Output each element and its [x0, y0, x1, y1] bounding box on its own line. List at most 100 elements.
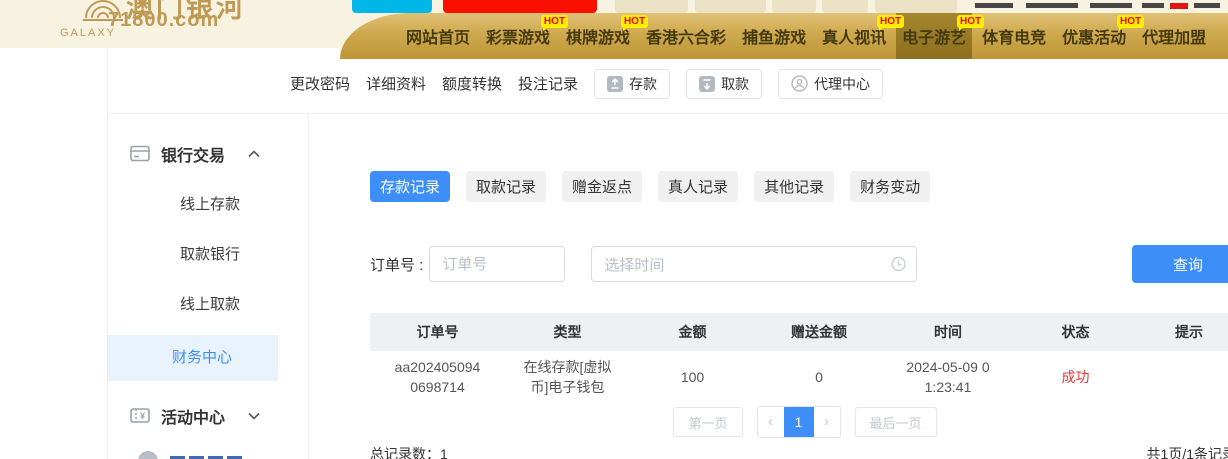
- tab-other-records[interactable]: 其他记录: [754, 171, 834, 202]
- bank-card-icon: [130, 145, 150, 162]
- tab-bonus-rebate[interactable]: 赠金返点: [562, 171, 642, 202]
- agent-center-button-label: 代理中心: [814, 74, 870, 94]
- nav-item-label: 网站首页: [406, 24, 470, 48]
- topbar-button[interactable]: [695, 0, 766, 13]
- table-row: aa2024050940698714 在线存款[虚拟币]电子钱包 100 0 2…: [370, 351, 1228, 403]
- cell-type: 在线存款[虚拟币]电子钱包: [505, 351, 630, 403]
- link-change-password[interactable]: 更改密码: [290, 73, 350, 94]
- cell-amount: 100: [630, 351, 755, 403]
- time-range-picker[interactable]: 选择时间: [591, 246, 917, 282]
- hot-badge: HOT: [1117, 15, 1144, 28]
- topbar-button[interactable]: [615, 0, 688, 13]
- sidebar-section-label: 活动中心: [161, 404, 225, 428]
- col-amount: 金额: [630, 313, 755, 351]
- time-range-placeholder: 选择时间: [604, 254, 664, 275]
- sidebar-section-bank-transactions[interactable]: 银行交易: [108, 127, 308, 180]
- tab-withdraw-records[interactable]: 取款记录: [466, 171, 546, 202]
- last-page-button[interactable]: 最后一页: [855, 407, 937, 437]
- agent-center-button[interactable]: 代理中心: [778, 69, 883, 99]
- link-credit-transfer[interactable]: 额度转换: [442, 73, 502, 94]
- topbar-button[interactable]: [875, 0, 957, 13]
- col-type: 类型: [505, 313, 630, 351]
- sidebar-item-finance-center[interactable]: 财务中心: [108, 335, 278, 381]
- ticket-icon: ¥: [130, 407, 150, 424]
- prev-page-icon[interactable]: ‹: [758, 407, 784, 437]
- main-content: 存款记录 取款记录 赠金返点 真人记录 其他记录 财务变动 订单号 : 选择时间…: [309, 113, 1228, 459]
- records-table: 订单号 类型 金额 赠送金额 时间 状态 提示 aa20240509406987…: [370, 313, 1228, 403]
- nav-item-home[interactable]: 网站首页: [400, 13, 476, 59]
- order-number-input[interactable]: [429, 246, 565, 282]
- tab-live-records[interactable]: 真人记录: [658, 171, 738, 202]
- main-nav: 网站首页 彩票游戏HOT 棋牌游戏HOT 香港六合彩 捕鱼游戏 真人视讯HOT …: [400, 13, 1228, 59]
- page-group: ‹ 1 ›: [757, 406, 841, 438]
- cell-time: 2024-05-09 01:23:41: [883, 351, 1013, 403]
- hot-badge: HOT: [957, 15, 984, 28]
- topbar-button[interactable]: [443, 0, 597, 13]
- withdraw-button-label: 取款: [721, 74, 749, 94]
- hot-badge: HOT: [877, 15, 904, 28]
- nav-item-fishing[interactable]: 捕鱼游戏: [736, 13, 812, 59]
- sidebar-item-online-deposit[interactable]: 线上存款: [108, 180, 308, 230]
- page: 网站首页 彩票游戏HOT 棋牌游戏HOT 香港六合彩 捕鱼游戏 真人视讯HOT …: [0, 0, 1228, 459]
- cell-bonus-amount: 0: [755, 351, 883, 403]
- record-tabs: 存款记录 取款记录 赠金返点 真人记录 其他记录 财务变动: [370, 171, 1228, 202]
- chevron-up-icon: [248, 150, 260, 158]
- topbar-button[interactable]: [822, 0, 868, 13]
- nav-item-esports[interactable]: 体育电竞: [976, 13, 1052, 59]
- nav-item-live-casino[interactable]: 真人视讯HOT: [816, 13, 892, 59]
- deposit-icon: [607, 76, 623, 92]
- current-page[interactable]: 1: [784, 407, 814, 437]
- link-bet-records[interactable]: 投注记录: [518, 73, 578, 94]
- next-page-icon[interactable]: ›: [814, 407, 840, 437]
- table-header-row: 订单号 类型 金额 赠送金额 时间 状态 提示: [370, 313, 1228, 351]
- col-order-number: 订单号: [370, 313, 505, 351]
- hot-badge: HOT: [541, 15, 568, 28]
- sidebar-item-withdraw-bank[interactable]: 取款银行: [108, 230, 308, 280]
- deposit-button-label: 存款: [629, 74, 657, 94]
- nav-item-label: 香港六合彩: [646, 24, 726, 48]
- filter-row: 订单号 : 选择时间 查询: [370, 246, 1228, 282]
- brand-domain: 71800.com: [108, 9, 219, 32]
- nav-item-lottery[interactable]: 彩票游戏HOT: [480, 13, 556, 59]
- deposit-button[interactable]: 存款: [594, 69, 670, 99]
- user-nav: 更改密码 详细资料 额度转换 投注记录 存款 取款 代理中心: [0, 59, 1228, 108]
- nav-item-promotions[interactable]: 优惠活动HOT: [1056, 13, 1132, 59]
- topbar-button[interactable]: [772, 0, 816, 13]
- withdraw-icon: [699, 76, 715, 92]
- sidebar-section-activity-center[interactable]: ¥ 活动中心: [108, 389, 308, 442]
- pagination: 第一页 ‹ 1 › 最后一页: [370, 406, 1228, 438]
- nav-item-label: 彩票游戏: [486, 24, 550, 48]
- agent-icon: [791, 75, 808, 92]
- hot-badge: HOT: [621, 15, 648, 28]
- nav-item-agent-join[interactable]: 代理加盟: [1136, 13, 1212, 59]
- link-profile[interactable]: 详细资料: [366, 73, 426, 94]
- tab-finance-changes[interactable]: 财务变动: [850, 171, 930, 202]
- status-badge: 成功: [1062, 369, 1090, 385]
- sidebar-section-label: 银行交易: [161, 142, 225, 166]
- nav-item-slots-active[interactable]: 电子游艺HOT: [896, 13, 972, 59]
- first-page-button[interactable]: 第一页: [673, 407, 742, 437]
- brand-logo[interactable]: 澳门银河 71800.com GALAXY: [0, 0, 342, 48]
- nav-item-label: 棋牌游戏: [566, 24, 630, 48]
- col-time: 时间: [883, 313, 1013, 351]
- cell-status: 成功: [1013, 351, 1138, 403]
- sidebar-item-clipped[interactable]: [138, 450, 308, 459]
- clock-icon[interactable]: [891, 257, 906, 272]
- cell-order-number: aa2024050940698714: [370, 351, 505, 403]
- col-status: 状态: [1013, 313, 1138, 351]
- tab-deposit-records[interactable]: 存款记录: [370, 171, 450, 202]
- order-number-label: 订单号 :: [370, 254, 423, 275]
- col-bonus-amount: 赠送金额: [755, 313, 883, 351]
- nav-item-label: 优惠活动: [1062, 24, 1126, 48]
- topbar-button[interactable]: [352, 0, 432, 13]
- sidebar-item-online-withdraw[interactable]: 线上取款: [108, 280, 308, 330]
- sidebar: 银行交易 线上存款 取款银行 线上取款 财务中心 ¥ 活动中心: [108, 113, 308, 459]
- nav-item-label: 真人视讯: [822, 24, 886, 48]
- query-button[interactable]: 查询: [1132, 245, 1228, 283]
- main-nav-bar: 网站首页 彩票游戏HOT 棋牌游戏HOT 香港六合彩 捕鱼游戏 真人视讯HOT …: [340, 13, 1228, 59]
- nav-item-board-games[interactable]: 棋牌游戏HOT: [560, 13, 636, 59]
- nav-item-hk-lottery[interactable]: 香港六合彩: [640, 13, 732, 59]
- page-summary-label: 共1页/1条记录: [1147, 444, 1228, 459]
- withdraw-button[interactable]: 取款: [686, 69, 762, 99]
- brand-galaxy: GALAXY: [60, 27, 116, 39]
